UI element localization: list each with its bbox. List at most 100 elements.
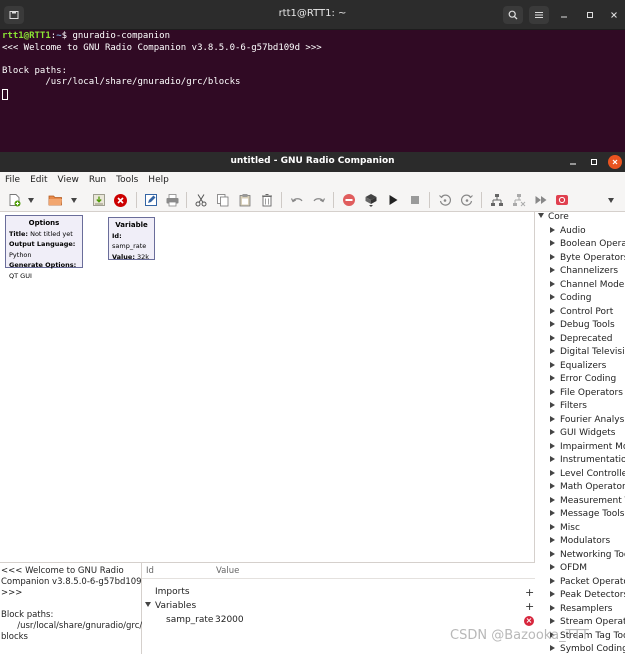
toolbar-separator [281,192,282,208]
menu-run[interactable]: Run [89,175,106,185]
tree-category-item[interactable]: GUI Widgets [550,428,615,441]
add-import-icon[interactable]: + [525,587,534,598]
tree-category-item[interactable]: Math Operators [550,482,625,495]
console-panel[interactable]: <<< Welcome to GNU Radio Companion v3.8.… [0,562,147,654]
open-button[interactable] [46,191,64,209]
tree-category-item[interactable]: Debug Tools [550,320,615,333]
print-button[interactable] [163,191,181,209]
tree-category-item[interactable]: Channelizers [550,266,618,279]
paste-button[interactable] [236,191,254,209]
menu-tools[interactable]: Tools [116,175,138,185]
tree-category-item[interactable]: Control Port [550,307,613,320]
delete-button[interactable] [258,191,276,209]
tree-category-item[interactable]: Error Coding [550,374,616,387]
tree-category-item[interactable]: Resamplers [550,604,613,617]
tree-root-core[interactable]: Core [538,212,569,225]
new-dropdown-button[interactable] [25,191,37,209]
search-icon [508,10,518,20]
close-flowgraph-button[interactable] [111,191,129,209]
tree-category-item[interactable]: Measurement Tools [550,496,625,509]
tree-category-item[interactable]: Byte Operators [550,253,625,266]
undo-button[interactable] [288,191,306,209]
generate-button[interactable] [362,191,380,209]
variable-block[interactable]: Variable Id: samp_rate Value: 32k [108,217,155,261]
terminal-maximize-button[interactable] [582,7,598,23]
terminal-menu-button[interactable] [529,6,549,24]
menu-view[interactable]: View [58,175,79,185]
tree-category-item[interactable]: Digital Television [550,347,625,360]
hierarchy-disabled-icon [513,194,526,207]
tree-label: Level Controllers [560,468,625,479]
variable-editor-header: Id Value [142,563,535,579]
rotate-cw-button[interactable] [458,191,476,209]
tree-category-item[interactable]: Boolean Operators [550,239,625,252]
tree-category-item[interactable]: Modulators [550,536,610,549]
run-button[interactable] [384,191,402,209]
imports-row[interactable]: Imports [155,587,190,600]
expander-closed-icon [550,415,555,422]
tree-category-item[interactable]: Packet Operators [550,577,625,590]
terminal-search-button[interactable] [503,6,523,24]
tree-category-item[interactable]: Level Controllers [550,469,625,482]
redo-icon [313,198,326,203]
tree-category-item[interactable]: File Operators [550,388,623,401]
remove-variable-icon[interactable]: × [524,616,534,626]
tree-category-item[interactable]: Instrumentation [550,455,625,468]
tree-category-item[interactable]: Message Tools [550,509,624,522]
minimize-icon [561,16,567,18]
variable-row[interactable]: samp_rate [166,615,213,628]
save-button[interactable] [90,191,108,209]
kill-button[interactable] [553,191,571,209]
cut-button[interactable] [192,191,210,209]
tree-label: Modulators [560,536,611,546]
variables-row[interactable]: Variables [145,601,196,614]
disable-block-button[interactable] [340,191,358,209]
variable-value-cell[interactable]: 32000 [215,615,244,628]
find-block-button[interactable] [532,191,550,209]
grc-maximize-button[interactable] [587,155,601,169]
properties-button[interactable] [142,191,160,209]
toolbar-overflow-button[interactable] [605,191,617,209]
tree-category-item[interactable]: Impairment Models [550,442,625,455]
tree-category-item[interactable]: Fourier Analysis [550,415,625,428]
tree-category-item[interactable]: Coding [550,293,591,306]
tree-category-item[interactable]: Peak Detectors [550,590,625,603]
menu-help[interactable]: Help [148,175,169,185]
flowgraph-canvas[interactable]: Options Title: Not titled yet Output Lan… [0,212,535,622]
watermark: CSDN @Bazooka_TTT [450,628,589,643]
tree-category-item[interactable]: OFDM [550,563,587,576]
tree-category-item[interactable]: Filters [550,401,587,414]
options-block[interactable]: Options Title: Not titled yet Output Lan… [5,215,83,280]
stop-button[interactable] [406,191,424,209]
rotate-ccw-button[interactable] [436,191,454,209]
terminal-close-button[interactable] [606,7,622,23]
grc-minimize-button[interactable] [566,155,580,169]
menu-edit[interactable]: Edit [30,175,47,185]
column-header-id[interactable]: Id [146,566,154,576]
copy-button[interactable] [214,191,232,209]
add-variable-icon[interactable]: + [525,601,534,612]
tree-category-item[interactable]: Deprecated [550,334,612,347]
tree-category-item[interactable]: Channel Models [550,280,625,293]
terminal-minimize-button[interactable] [556,7,572,23]
grc-title: untitled - GNU Radio Companion [230,156,395,166]
tree-category-item[interactable]: Symbol Coding [550,644,625,654]
tree-label: Equalizers [560,360,607,371]
redo-button[interactable] [310,191,328,209]
create-hier-block-button[interactable] [488,191,506,209]
open-dropdown-button[interactable] [68,191,80,209]
tree-category-item[interactable]: Networking Tools [550,550,625,563]
grc-close-button[interactable] [608,155,622,169]
column-header-value[interactable]: Value [216,566,239,576]
terminal-output[interactable]: rtt1@RTT1:~$ gnuradio-companion <<< Welco… [2,31,625,102]
new-button[interactable] [5,191,23,209]
expander-closed-icon [550,645,555,651]
block-library-tree[interactable]: Core Audio Boolean Operators Byte Operat… [535,212,625,654]
menu-file[interactable]: File [5,175,20,185]
tree-category-item[interactable]: Audio [550,226,586,239]
tree-category-item[interactable]: Equalizers [550,361,606,374]
tree-category-item[interactable]: Misc [550,523,580,536]
terminal-output-line: /usr/local/share/gnuradio/grc/blocks [2,77,241,87]
open-hier-button[interactable] [510,191,528,209]
